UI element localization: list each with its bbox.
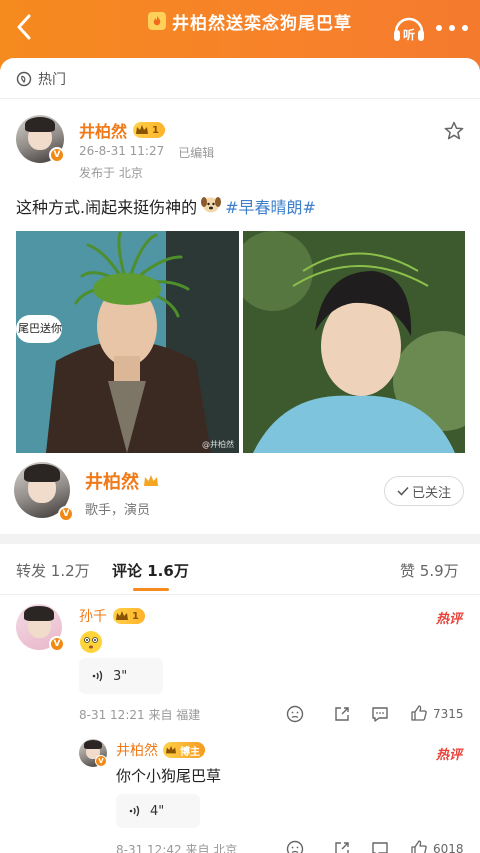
hot-label: 热门 [38, 72, 66, 88]
divider [0, 594, 480, 595]
photo-watermark: @井柏然 [202, 440, 234, 449]
hot-topic-icon [148, 12, 166, 30]
crown-icon [116, 611, 128, 620]
tab-likes-count: 5.9万 [419, 562, 459, 580]
like-count: 6018 [433, 842, 464, 853]
follow-label: 已关注 [411, 485, 451, 501]
share-icon[interactable] [333, 705, 351, 723]
user-level-badge: 1 [133, 122, 165, 138]
emoji-icon [79, 630, 103, 658]
comment-meta: 8-31 12:21 来自 福建 [79, 708, 201, 722]
crown-icon [166, 745, 176, 754]
tab-comments-label: 评论 [112, 562, 143, 580]
voice-message[interactable]: 4" [116, 794, 200, 828]
interaction-tabs: 转发 1.2万 评论 1.6万 赞 5.9万 [0, 544, 480, 594]
crown-icon [136, 125, 149, 134]
voice-message[interactable]: 3" [79, 658, 163, 694]
tab-comments[interactable]: 评论 1.6万 [112, 560, 189, 581]
share-icon[interactable] [333, 840, 351, 853]
profile-name[interactable]: 井柏然 [85, 468, 139, 494]
post-author-name[interactable]: 井柏然 [79, 118, 127, 142]
tab-likes-label: 赞 [400, 562, 416, 580]
verified-icon: V [95, 755, 107, 767]
header-title: 井柏然送栾念狗尾巴草 [172, 13, 352, 34]
tab-comments-count: 1.6万 [147, 562, 189, 580]
user-level: 1 [132, 610, 139, 622]
photo-caption: 尾巴送你 [18, 322, 62, 335]
profile-title: 歌手，演员 [85, 503, 151, 518]
verified-icon: V [49, 636, 65, 652]
voice-duration: 3" [113, 668, 128, 684]
topic-title[interactable]: 井柏然送栾念狗尾巴草 [148, 8, 352, 34]
voice-duration: 4" [150, 803, 165, 819]
post-body: 这种方式.闹起来挺伤神的 [16, 198, 198, 217]
dog-emoji-icon [200, 194, 222, 218]
post-text: 这种方式.闹起来挺伤神的 #早春晴朗# [16, 194, 316, 218]
star-icon[interactable] [444, 121, 464, 145]
post-location: 发布于 北京 [79, 166, 143, 180]
tab-repost-label: 转发 [16, 562, 47, 580]
hot-comment-badge: 热评 [436, 748, 463, 763]
author-badge-label: 博主 [180, 746, 200, 758]
like-count: 7315 [433, 707, 464, 721]
voice-icon [92, 670, 103, 682]
comment-meta: 8-31 12:42 来自 北京 [116, 843, 238, 853]
reply-user-name[interactable]: 井柏然 [116, 740, 158, 760]
svg-text:听: 听 [403, 27, 415, 42]
divider [0, 98, 480, 99]
post-photo-2[interactable] [243, 231, 465, 453]
listen-icon[interactable]: 听 [392, 14, 426, 44]
like-icon[interactable] [410, 704, 428, 722]
more-icon[interactable] [436, 20, 468, 36]
tab-repost[interactable]: 转发 1.2万 [16, 560, 90, 581]
post-timestamp: 26-8-31 11:27 [79, 144, 165, 158]
check-icon [397, 486, 409, 496]
back-icon[interactable] [10, 12, 38, 42]
verified-icon: V [49, 147, 65, 163]
edited-label: 已编辑 [178, 146, 215, 160]
like-icon[interactable] [410, 839, 428, 853]
hot-comment-badge: 热评 [436, 612, 463, 627]
dislike-icon[interactable] [286, 840, 304, 853]
author-badge: 博主 [163, 742, 205, 758]
reply-icon[interactable] [371, 705, 389, 723]
voice-icon [129, 805, 140, 817]
active-tab-indicator [133, 588, 169, 591]
crown-icon [144, 475, 158, 486]
user-level: 1 [152, 124, 159, 136]
dislike-icon[interactable] [286, 705, 304, 723]
hot-section-label: 热门 [16, 68, 66, 90]
comment-user-name[interactable]: 孙千 [79, 606, 107, 626]
hashtag-link[interactable]: #早春晴朗# [225, 194, 316, 218]
tab-likes[interactable]: 赞 5.9万 [400, 560, 459, 581]
hot-icon [16, 71, 32, 87]
post-photo-1[interactable]: 尾巴送你 @井柏然 [16, 231, 239, 453]
user-level-badge: 1 [113, 608, 145, 624]
reply-icon[interactable] [371, 840, 389, 853]
reply-text: 你个小狗尾巴草 [116, 767, 222, 785]
verified-icon: V [58, 506, 74, 522]
tab-repost-count: 1.2万 [50, 562, 90, 580]
section-gap [0, 534, 480, 544]
follow-button[interactable]: 已关注 [384, 476, 464, 506]
